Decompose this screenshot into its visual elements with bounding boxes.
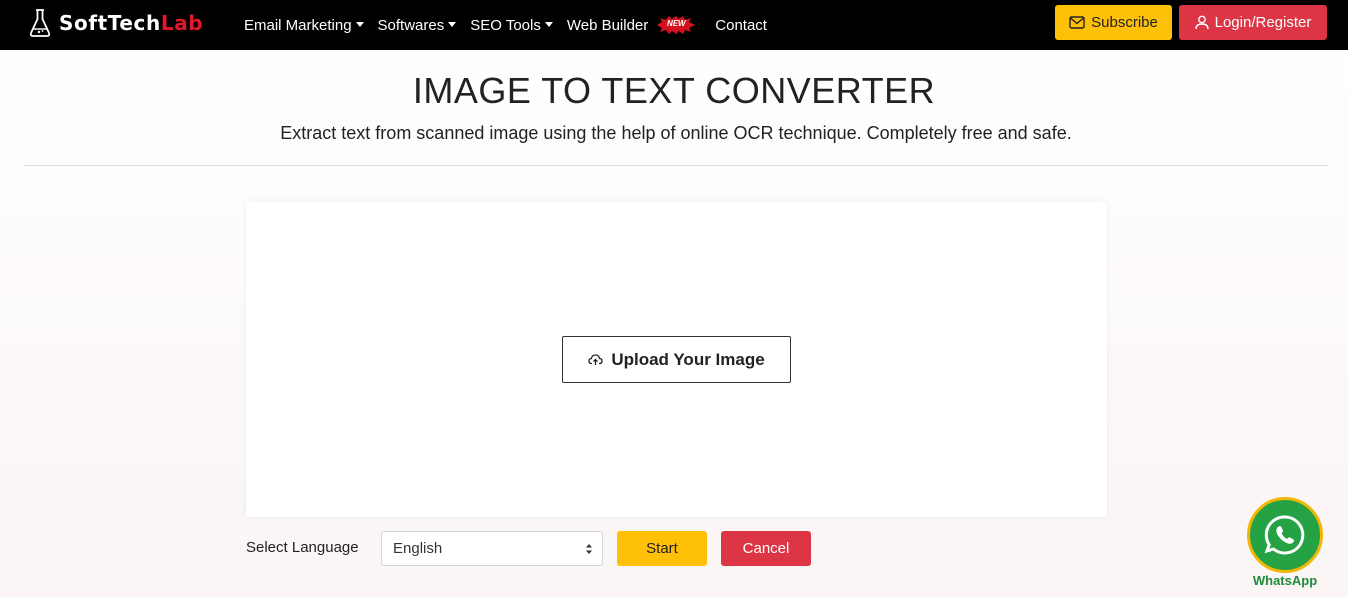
brand-name: SoftTechLab (59, 11, 204, 35)
new-badge: NEW (657, 16, 696, 34)
nav-softwares[interactable]: Softwares (378, 17, 457, 34)
brand-logo[interactable]: SoftTechLab (28, 8, 203, 38)
caret-down-icon (544, 21, 553, 27)
caret-down-icon (448, 21, 457, 27)
whatsapp-label: WhatsApp (1252, 573, 1318, 588)
envelope-icon (1069, 16, 1085, 29)
nav-contact[interactable]: Contact (715, 17, 767, 34)
nav-seo-tools[interactable]: SEO Tools (470, 17, 553, 34)
start-button[interactable]: Start (617, 531, 707, 566)
caret-down-icon (355, 21, 364, 27)
cancel-button[interactable]: Cancel (721, 531, 811, 566)
user-icon (1194, 15, 1209, 30)
whatsapp-badge (1247, 497, 1323, 573)
upload-dropzone[interactable]: Upload Your Image (246, 202, 1107, 517)
whatsapp-icon (1264, 515, 1305, 555)
language-label: Select Language (246, 539, 359, 556)
nav-email-marketing[interactable]: Email Marketing (244, 17, 364, 34)
page-title: IMAGE TO TEXT CONVERTER (412, 70, 936, 111)
language-selected-value: English (393, 540, 443, 557)
upload-image-button[interactable]: Upload Your Image (562, 336, 791, 383)
top-navbar: SoftTechLab Email Marketing Softwares SE… (0, 0, 1348, 50)
cloud-upload-icon (588, 354, 603, 365)
whatsapp-chat-button[interactable]: WhatsApp (1247, 497, 1324, 597)
language-select[interactable]: English (381, 531, 603, 566)
select-arrows-icon (586, 544, 592, 554)
main-menu: Email Marketing Softwares SEO Tools Web … (244, 0, 781, 50)
nav-web-builder[interactable]: Web Builder NEW (567, 16, 701, 34)
flask-icon (29, 9, 51, 37)
subscribe-button[interactable]: Subscribe (1055, 5, 1172, 40)
divider (24, 165, 1329, 166)
page-subtitle: Extract text from scanned image using th… (280, 123, 1072, 143)
login-register-button[interactable]: Login/Register (1179, 5, 1327, 40)
